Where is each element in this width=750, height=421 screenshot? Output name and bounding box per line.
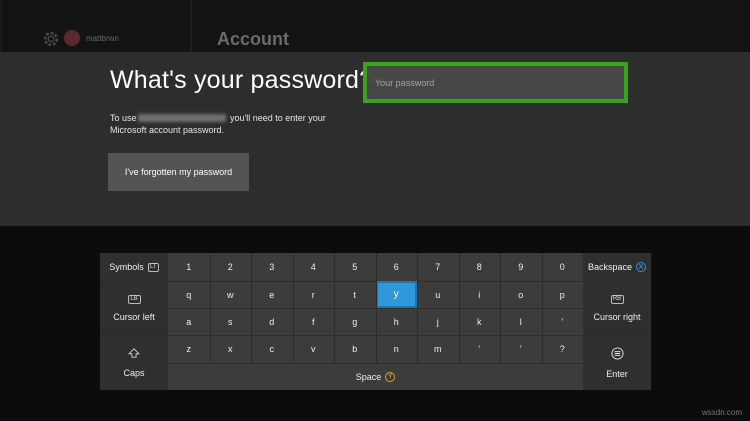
key-4-4[interactable]: v bbox=[293, 335, 335, 363]
divider bbox=[0, 0, 2, 52]
key-4-8[interactable]: ‘ bbox=[459, 335, 501, 363]
avatar bbox=[64, 30, 80, 46]
caps-arrow-icon bbox=[127, 348, 141, 360]
key-4-2[interactable]: x bbox=[210, 335, 252, 363]
key-2-7[interactable]: u bbox=[417, 281, 459, 308]
grid-line bbox=[500, 253, 501, 363]
enter-key[interactable]: Enter bbox=[583, 336, 651, 390]
key-2-9[interactable]: o bbox=[500, 281, 542, 308]
key-2-5[interactable]: t bbox=[334, 281, 376, 308]
key-1-6[interactable]: 6 bbox=[376, 253, 418, 281]
grid-line bbox=[541, 253, 543, 363]
lt-icon: LT bbox=[147, 262, 159, 272]
dialog-title: What's your password? bbox=[110, 66, 374, 94]
key-2-6[interactable]: y bbox=[375, 281, 417, 308]
key-1-1[interactable]: 1 bbox=[168, 253, 210, 281]
enter-label: Enter bbox=[606, 369, 628, 379]
key-4-10[interactable]: ? bbox=[542, 335, 584, 363]
description-text: Microsoft account password. bbox=[110, 125, 225, 135]
key-1-2[interactable]: 2 bbox=[210, 253, 252, 281]
key-3-1[interactable]: a bbox=[168, 308, 210, 335]
grid-line bbox=[100, 335, 168, 336]
description-text: To use bbox=[110, 113, 137, 123]
key-3-8[interactable]: k bbox=[459, 308, 501, 335]
x-button-icon: X bbox=[636, 262, 647, 272]
password-input[interactable] bbox=[367, 66, 624, 99]
symbols-key[interactable]: Symbols LT bbox=[100, 253, 168, 281]
grid-line bbox=[458, 253, 460, 363]
key-3-4[interactable]: f bbox=[293, 308, 335, 335]
key-3-10[interactable]: ' bbox=[542, 308, 584, 335]
watermark: wsxdn.com bbox=[702, 408, 743, 417]
key-3-3[interactable]: d bbox=[251, 308, 293, 335]
backspace-label: Backspace bbox=[587, 262, 633, 272]
onscreen-keyboard: Symbols LT LB Cursor left Caps Backspace… bbox=[100, 253, 651, 390]
space-key[interactable]: Space Y bbox=[168, 363, 583, 390]
key-3-5[interactable]: g bbox=[334, 308, 376, 335]
cursor-left-key[interactable]: LB Cursor left bbox=[100, 281, 168, 335]
key-1-7[interactable]: 7 bbox=[417, 253, 459, 281]
y-button-icon: Y bbox=[385, 371, 396, 382]
lb-icon: LB bbox=[127, 294, 141, 304]
key-4-3[interactable]: c bbox=[251, 335, 293, 363]
menu-icon bbox=[610, 347, 624, 362]
backspace-key[interactable]: Backspace X bbox=[583, 253, 651, 281]
grid-line bbox=[583, 335, 651, 336]
grid-line bbox=[251, 253, 252, 363]
key-4-9[interactable]: ’ bbox=[500, 335, 542, 363]
gear-icon bbox=[42, 30, 60, 48]
cursor-left-label: Cursor left bbox=[113, 311, 155, 322]
key-1-4[interactable]: 4 bbox=[293, 253, 335, 281]
key-2-4[interactable]: r bbox=[293, 281, 335, 308]
caps-key[interactable]: Caps bbox=[100, 336, 168, 390]
key-3-6[interactable]: h bbox=[376, 308, 418, 335]
redacted-email bbox=[138, 114, 226, 122]
password-field-focus-ring bbox=[363, 62, 628, 103]
key-2-3[interactable]: e bbox=[251, 281, 293, 308]
key-1-5[interactable]: 5 bbox=[334, 253, 376, 281]
username: mattbrwn bbox=[86, 34, 119, 43]
key-3-7[interactable]: j bbox=[417, 308, 459, 335]
key-2-1[interactable]: q bbox=[168, 281, 210, 308]
grid-line bbox=[334, 253, 335, 363]
space-label: Space bbox=[355, 371, 382, 382]
key-3-2[interactable]: s bbox=[210, 308, 252, 335]
grid-line bbox=[375, 253, 377, 363]
page-title: Account bbox=[217, 29, 289, 49]
key-2-10[interactable]: p bbox=[542, 281, 584, 308]
key-2-2[interactable]: w bbox=[210, 281, 252, 308]
key-1-9[interactable]: 9 bbox=[500, 253, 542, 281]
grid-line bbox=[292, 253, 294, 363]
key-3-9[interactable]: l bbox=[500, 308, 542, 335]
symbols-label: Symbols bbox=[109, 262, 144, 272]
key-4-1[interactable]: z bbox=[168, 335, 210, 363]
key-2-8[interactable]: i bbox=[459, 281, 501, 308]
forgot-password-button[interactable]: I've forgotten my password bbox=[108, 153, 249, 191]
grid-line bbox=[168, 363, 583, 364]
key-1-10[interactable]: 0 bbox=[542, 253, 584, 281]
description-text: you'll need to enter your bbox=[230, 113, 326, 123]
key-1-3[interactable]: 3 bbox=[251, 253, 293, 281]
caps-label: Caps bbox=[123, 368, 145, 378]
top-bar bbox=[0, 0, 750, 52]
divider bbox=[190, 0, 192, 52]
key-1-8[interactable]: 8 bbox=[459, 253, 501, 281]
key-4-7[interactable]: m bbox=[417, 335, 459, 363]
grid-line bbox=[209, 253, 211, 363]
key-4-6[interactable]: n bbox=[376, 335, 418, 363]
grid-line bbox=[417, 253, 418, 363]
cursor-right-label: Cursor right bbox=[593, 311, 641, 322]
rb-icon: RB bbox=[610, 294, 624, 304]
cursor-right-key[interactable]: RB Cursor right bbox=[583, 281, 651, 335]
key-4-5[interactable]: b bbox=[334, 335, 376, 363]
